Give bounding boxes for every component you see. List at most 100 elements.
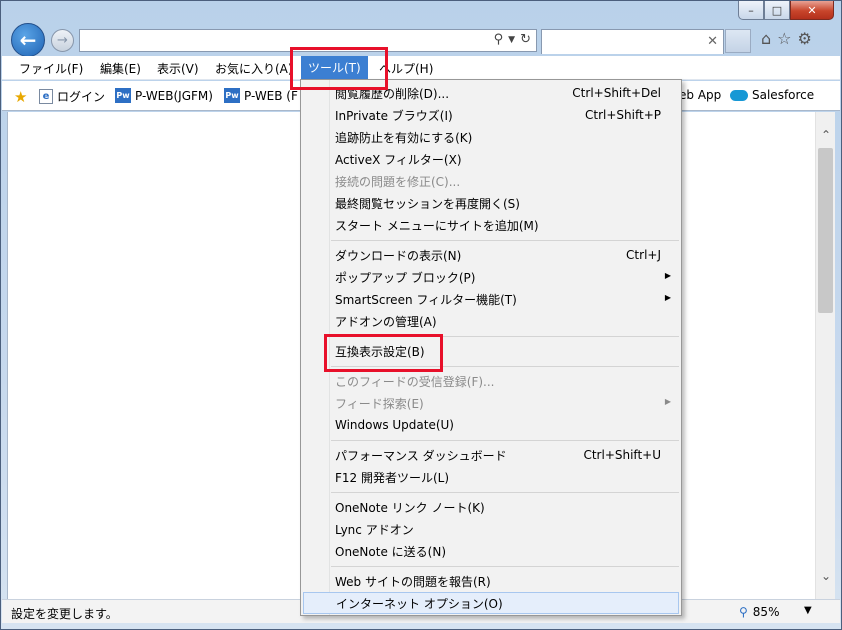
fav-label: ログイン bbox=[57, 90, 106, 104]
search-icon[interactable]: ⚲ bbox=[494, 32, 504, 47]
shortcut-label: Ctrl+Shift+Del bbox=[572, 86, 661, 100]
menu-favorites[interactable]: お気に入り(A) bbox=[215, 60, 293, 77]
vertical-scrollbar[interactable]: ⌃ ⌄ bbox=[815, 112, 835, 599]
menu-label: ダウンロードの表示(N) bbox=[335, 248, 462, 263]
ie-page-icon: e bbox=[39, 89, 53, 104]
fav-item-salesforce[interactable]: Salesforce bbox=[730, 88, 814, 102]
gear-icon[interactable]: ⚙ bbox=[798, 29, 812, 48]
menu-label: インターネット オプション(O) bbox=[336, 596, 503, 611]
menu-label: ポップアップ ブロック(P) bbox=[335, 270, 476, 285]
menu-edit[interactable]: 編集(E) bbox=[100, 60, 141, 77]
menu-label: フィード探索(E) bbox=[335, 396, 424, 411]
scroll-up-icon[interactable]: ⌃ bbox=[816, 124, 836, 146]
status-text: 設定を変更します。 bbox=[11, 607, 118, 621]
menu-inprivate[interactable]: InPrivate ブラウズ(I) Ctrl+Shift+P bbox=[303, 104, 679, 126]
menu-label: SmartScreen フィルター機能(T) bbox=[335, 292, 517, 307]
highlight-box-compatibility bbox=[324, 334, 443, 372]
menu-label: OneNote リンク ノート(K) bbox=[335, 500, 485, 515]
toolbar-icons: ⌂ ☆ ⚙ bbox=[761, 29, 812, 48]
menu-add-to-start[interactable]: スタート メニューにサイトを追加(M) bbox=[303, 214, 679, 236]
menu-label: アドオンの管理(A) bbox=[335, 314, 437, 329]
menu-onenote-linked-notes[interactable]: OneNote リンク ノート(K) bbox=[303, 496, 679, 518]
menu-reopen-session[interactable]: 最終閲覧セッションを再度開く(S) bbox=[303, 192, 679, 214]
menu-fix-connection: 接続の問題を修正(C)... bbox=[303, 170, 679, 192]
submenu-arrow-icon: ▶ bbox=[664, 271, 671, 280]
forward-arrow-icon: → bbox=[57, 33, 68, 48]
fav-item-pweb-f[interactable]: Pw P-WEB (F bbox=[224, 88, 298, 103]
menu-f12-devtools[interactable]: F12 開発者ツール(L) bbox=[303, 466, 679, 488]
menu-separator bbox=[331, 440, 679, 441]
menu-popup-blocker[interactable]: ポップアップ ブロック(P) ▶ bbox=[303, 266, 679, 288]
shortcut-label: Ctrl+Shift+P bbox=[585, 108, 661, 122]
zoom-dropdown-icon[interactable]: ▼ bbox=[804, 605, 812, 616]
menu-label: 追跡防止を有効にする(K) bbox=[335, 130, 473, 145]
menu-separator bbox=[331, 240, 679, 241]
fav-item-login[interactable]: e ログイン bbox=[39, 88, 105, 105]
menu-label: パフォーマンス ダッシュボード bbox=[335, 448, 507, 463]
fav-label: P-WEB (F bbox=[244, 88, 298, 103]
submenu-arrow-icon: ▶ bbox=[664, 293, 671, 302]
window-caption-buttons: – □ ✕ bbox=[738, 1, 834, 20]
menu-label: F12 開発者ツール(L) bbox=[335, 470, 450, 485]
zoom-control[interactable]: ⚲ 85% bbox=[739, 605, 779, 619]
salesforce-cloud-icon bbox=[730, 89, 748, 101]
close-tab-icon[interactable]: ✕ bbox=[707, 34, 718, 49]
menu-internet-options[interactable]: インターネット オプション(O) bbox=[303, 592, 679, 614]
pw-icon: Pw bbox=[224, 88, 240, 103]
menu-smartscreen[interactable]: SmartScreen フィルター機能(T) ▶ bbox=[303, 288, 679, 310]
menu-label: 接続の問題を修正(C)... bbox=[335, 174, 461, 189]
menu-separator bbox=[331, 566, 679, 567]
refresh-icon[interactable]: ↻ bbox=[520, 32, 531, 47]
menu-activex-filter[interactable]: ActiveX フィルター(X) bbox=[303, 148, 679, 170]
menu-label: 最終閲覧セッションを再度開く(S) bbox=[335, 196, 520, 211]
menu-label: このフィードの受信登録(F)... bbox=[335, 374, 495, 389]
shortcut-label: Ctrl+Shift+U bbox=[583, 448, 661, 462]
menu-lync-addon[interactable]: Lync アドオン bbox=[303, 518, 679, 540]
menu-manage-addons[interactable]: アドオンの管理(A) bbox=[303, 310, 679, 332]
back-button[interactable]: ← bbox=[11, 23, 45, 57]
new-tab-button[interactable] bbox=[725, 29, 751, 53]
maximize-button[interactable]: □ bbox=[764, 1, 790, 20]
menu-tracking-protection[interactable]: 追跡防止を有効にする(K) bbox=[303, 126, 679, 148]
favorites-star-icon[interactable]: ☆ bbox=[777, 29, 791, 48]
pw-icon: Pw bbox=[115, 88, 131, 103]
menu-subscribe-feed: このフィードの受信登録(F)... bbox=[303, 370, 679, 392]
fav-label: Salesforce bbox=[752, 88, 815, 102]
menu-label: Windows Update(U) bbox=[335, 418, 454, 432]
menu-performance-dashboard[interactable]: パフォーマンス ダッシュボード Ctrl+Shift+U bbox=[303, 444, 679, 466]
zoom-level: 85% bbox=[752, 605, 780, 619]
close-window-button[interactable]: ✕ bbox=[790, 1, 834, 20]
menu-label: OneNote に送る(N) bbox=[335, 544, 446, 559]
scroll-down-icon[interactable]: ⌄ bbox=[816, 565, 836, 587]
shortcut-label: Ctrl+J bbox=[626, 248, 661, 262]
fav-label: P-WEB(JGFM) bbox=[135, 88, 213, 103]
forward-button[interactable]: → bbox=[51, 29, 74, 52]
zoom-magnifier-icon: ⚲ bbox=[739, 605, 748, 619]
menu-separator bbox=[331, 492, 679, 493]
favorites-add-icon[interactable]: ★ bbox=[14, 88, 27, 106]
menu-file[interactable]: ファイル(F) bbox=[19, 60, 83, 77]
menu-label: InPrivate ブラウズ(I) bbox=[335, 108, 453, 123]
fav-item-webapp[interactable]: eb App bbox=[679, 88, 721, 102]
menu-view[interactable]: 表示(V) bbox=[157, 60, 199, 77]
menu-label: Lync アドオン bbox=[335, 522, 414, 537]
dropdown-icon[interactable]: ▼ bbox=[508, 35, 515, 47]
menu-feed-discovery: フィード探索(E) ▶ bbox=[303, 392, 679, 414]
highlight-box-tools-menu bbox=[290, 47, 388, 90]
menu-report-website-problem[interactable]: Web サイトの問題を報告(R) bbox=[303, 570, 679, 592]
back-arrow-icon: ← bbox=[19, 28, 37, 52]
scroll-thumb[interactable] bbox=[818, 148, 833, 313]
minimize-button[interactable]: – bbox=[738, 1, 764, 20]
fav-item-pweb-jgfm[interactable]: Pw P-WEB(JGFM) bbox=[115, 88, 213, 103]
menu-bar: ファイル(F) 編集(E) 表示(V) お気に入り(A) ツール(T) ヘルプ(… bbox=[2, 56, 840, 80]
home-icon[interactable]: ⌂ bbox=[761, 29, 771, 48]
browser-tab[interactable]: ✕ bbox=[541, 29, 724, 54]
menu-label: Web サイトの問題を報告(R) bbox=[335, 574, 491, 589]
fav-label: eb App bbox=[679, 88, 722, 102]
menu-send-to-onenote[interactable]: OneNote に送る(N) bbox=[303, 540, 679, 562]
menu-windows-update[interactable]: Windows Update(U) bbox=[303, 414, 679, 436]
menu-label: ActiveX フィルター(X) bbox=[335, 152, 462, 167]
menu-label: スタート メニューにサイトを追加(M) bbox=[335, 218, 539, 233]
submenu-arrow-icon: ▶ bbox=[664, 397, 671, 406]
menu-view-downloads[interactable]: ダウンロードの表示(N) Ctrl+J bbox=[303, 244, 679, 266]
